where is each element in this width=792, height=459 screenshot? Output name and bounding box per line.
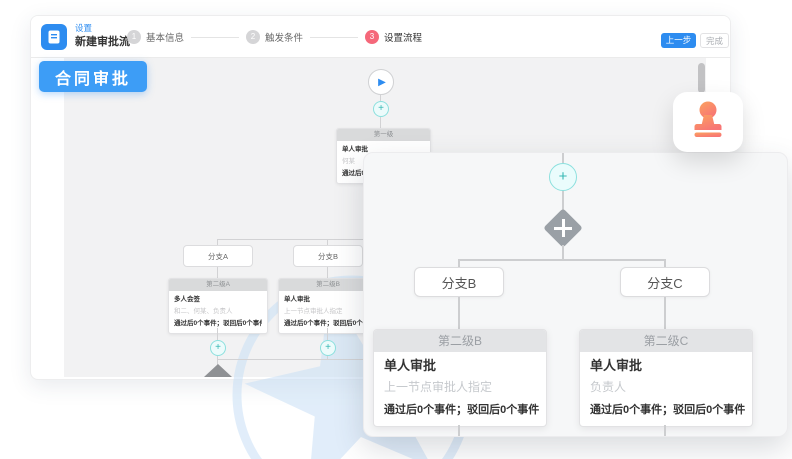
node-assignee: 上一节点审批人指定: [284, 306, 372, 318]
start-node[interactable]: ▶: [368, 69, 394, 95]
node-body: 单人审批 负责人 通过后0个事件；驳回后0个事件: [580, 352, 752, 426]
flow-line: [562, 153, 564, 163]
plus-icon: [562, 219, 565, 237]
node-assignee: 和二、何某、负责人: [174, 306, 262, 318]
add-node-button[interactable]: +: [549, 163, 577, 191]
branch-b-node[interactable]: 分支B: [414, 267, 504, 297]
node-type: 多人会签: [174, 294, 262, 306]
page: 设置 新建审批流 1 基本信息 2 触发条件 3 设置流程 上: [0, 0, 792, 459]
node-type: 单人审批: [590, 358, 742, 374]
end-marker-icon: [204, 364, 232, 377]
add-node-button[interactable]: +: [210, 340, 226, 356]
flow-line: [458, 259, 460, 267]
flow-line: [327, 328, 328, 340]
flow-line: [664, 297, 666, 329]
node-header: 第二级A: [169, 279, 267, 291]
node-header: 第二级C: [580, 330, 752, 352]
stamp-icon: [691, 101, 725, 144]
flow-line: [458, 425, 460, 437]
node-header: 第一级: [337, 129, 430, 141]
level2a-node[interactable]: 第二级A 多人会签 和二、何某、负责人 通过后0个事件；驳回后0个事件: [168, 278, 268, 334]
node-events: 通过后0个事件；驳回后0个事件: [590, 403, 742, 418]
node-events: 通过后0个事件；驳回后0个事件: [384, 403, 536, 418]
level2c-node[interactable]: 第二级C 单人审批 负责人 通过后0个事件；驳回后0个事件: [579, 329, 753, 427]
zoom-detail-panel: + 分支B 分支C 第二级B 单人审批 上一节点审批人指定 通过后0个事件；驳回…: [363, 152, 788, 437]
add-node-button[interactable]: +: [320, 340, 336, 356]
branch-b-node[interactable]: 分支B: [293, 245, 363, 267]
stamp-card: [673, 92, 743, 152]
flow-line: [664, 425, 666, 437]
flow-line: [458, 259, 666, 261]
flow-line: [562, 245, 564, 259]
canvas-scrollbar[interactable]: [698, 63, 705, 93]
flow-line: [664, 259, 666, 267]
add-node-button[interactable]: +: [373, 101, 389, 117]
node-header: 第二级B: [374, 330, 546, 352]
node-assignee: 负责人: [590, 380, 742, 395]
flow-line: [380, 117, 381, 128]
flow-name-badge: 合同审批: [39, 61, 147, 92]
node-body: 多人会签 和二、何某、负责人 通过后0个事件；驳回后0个事件: [169, 291, 267, 333]
node-assignee: 上一节点审批人指定: [384, 380, 536, 395]
play-icon: ▶: [378, 77, 386, 88]
flow-line: [327, 267, 328, 278]
flow-line: [217, 267, 218, 278]
node-type: 单人审批: [284, 294, 372, 306]
branch-a-node[interactable]: 分支A: [183, 245, 253, 267]
flow-line: [458, 297, 460, 329]
level2b-node[interactable]: 第二级B 单人审批 上一节点审批人指定 通过后0个事件；驳回后0个事件: [373, 329, 547, 427]
node-events: 通过后0个事件；驳回后0个事件: [284, 318, 372, 330]
node-body: 单人审批 上一节点审批人指定 通过后0个事件；驳回后0个事件: [374, 352, 546, 426]
branch-c-node[interactable]: 分支C: [620, 267, 710, 297]
gateway-node[interactable]: [546, 211, 580, 245]
node-type: 单人审批: [384, 358, 536, 374]
node-events: 通过后0个事件；驳回后0个事件: [174, 318, 262, 330]
flow-line: [217, 328, 218, 340]
